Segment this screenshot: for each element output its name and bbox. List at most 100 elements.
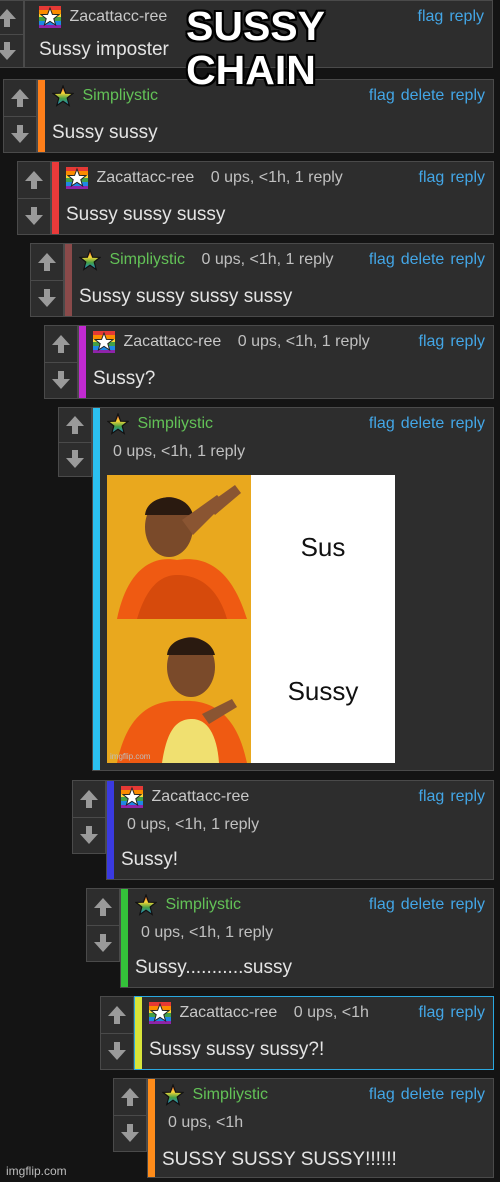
reply-link[interactable]: reply	[450, 1086, 485, 1103]
comment-username[interactable]: Zacattacc-ree	[123, 333, 221, 350]
delete-link[interactable]: delete	[401, 415, 445, 432]
comment-username[interactable]: Simpliystic	[192, 1086, 268, 1103]
downvote-arrow-icon[interactable]	[45, 362, 77, 398]
comment-body: Zacattacc-ree 0 ups, <1h, 1 reply flag re…	[106, 780, 494, 880]
meme-panel-reject	[107, 475, 251, 619]
flag-link[interactable]: flag	[369, 415, 395, 432]
upvote-arrow-icon[interactable]	[101, 997, 133, 1034]
reply-link[interactable]: reply	[450, 169, 485, 186]
comment-body: Simpliystic 0 ups, <1h, 1 reply flag dele…	[120, 888, 494, 988]
comment-actions: flag reply	[413, 167, 485, 189]
comment-text: Sussy sussy sussy sussy	[79, 286, 293, 307]
rainbow-star-badge-icon	[66, 167, 88, 189]
upvote-arrow-icon[interactable]	[87, 889, 119, 926]
upvote-arrow-icon[interactable]	[73, 781, 105, 818]
flag-link[interactable]: flag	[369, 896, 395, 913]
comment-text: Sussy?	[93, 368, 156, 389]
delete-link[interactable]: delete	[401, 896, 445, 913]
comment: Simpliystic 0 ups, <1h flag delete reply S…	[113, 1078, 494, 1178]
thread-depth-bar	[107, 781, 114, 879]
upvote-arrow-icon[interactable]	[0, 1, 23, 35]
downvote-arrow-icon[interactable]	[114, 1115, 146, 1151]
comment-actions: flag delete reply	[363, 249, 485, 271]
vote-box	[44, 325, 78, 399]
rainbow-star-badge-icon	[39, 6, 61, 28]
comment-username[interactable]: Zacattacc-ree	[151, 788, 249, 805]
reply-link[interactable]: reply	[450, 333, 485, 350]
comment-body: Simpliystic 0 ups, <1h, 1 reply flag dele…	[64, 243, 494, 317]
comment-meta: 0 ups, <1h, 1 reply	[237, 333, 370, 350]
comment-text: SUSSY SUSSY SUSSY!!!!!!	[162, 1149, 397, 1170]
comment-meta: 0 ups, <1h, 1 reply	[201, 251, 334, 268]
comment: Simpliystic 0 ups, <1h, 1 reply flag dele…	[86, 888, 494, 988]
thread-depth-bar	[65, 244, 72, 316]
reply-link[interactable]: reply	[450, 87, 485, 104]
downvote-arrow-icon[interactable]	[87, 925, 119, 961]
thread-depth-bar	[148, 1079, 155, 1177]
reply-link[interactable]: reply	[450, 1004, 485, 1021]
comment-username[interactable]: Zacattacc-ree	[96, 169, 194, 186]
comment-actions: flag delete reply	[363, 413, 485, 435]
thread-depth-bar	[52, 162, 59, 234]
downvote-arrow-icon[interactable]	[0, 34, 23, 67]
vote-box	[30, 243, 64, 317]
comment: Simpliystic 0 ups, <1h, 1 reply flag dele…	[58, 407, 494, 771]
vote-box	[100, 996, 134, 1070]
comment: Zacattacc-ree 0 ups, <1h, 1 reply flag re…	[72, 780, 494, 880]
reply-link[interactable]: reply	[450, 251, 485, 268]
comment-body: Zacattacc-ree 0 ups, <1h flag reply Sussy…	[134, 996, 494, 1070]
meme-image[interactable]: Sus imgflip.com Sussy	[107, 475, 395, 763]
comment-meta: 0 ups, <1h	[168, 1114, 244, 1131]
comment-body: Zacattacc-ree 0 ups, <1h, 1 reply flag re…	[78, 325, 494, 399]
reply-link[interactable]: reply	[450, 896, 485, 913]
upvote-arrow-icon[interactable]	[31, 244, 63, 281]
vote-box	[72, 780, 106, 854]
delete-link[interactable]: delete	[401, 251, 445, 268]
comment-body: Simpliystic 0 ups, <1h, 1 reply flag dele…	[92, 407, 494, 771]
downvote-arrow-icon[interactable]	[31, 280, 63, 316]
flag-link[interactable]: flag	[369, 251, 395, 268]
upvote-arrow-icon[interactable]	[45, 326, 77, 363]
thread-depth-bar	[38, 80, 45, 152]
comment: Zacattacc-ree 0 ups, <1h flag reply Sussy…	[100, 996, 494, 1070]
rainbow-star-badge-icon	[121, 786, 143, 808]
flag-link[interactable]: flag	[369, 1086, 395, 1103]
flag-link[interactable]: flag	[419, 788, 445, 805]
downvote-arrow-icon[interactable]	[101, 1033, 133, 1069]
upvote-arrow-icon[interactable]	[18, 162, 50, 199]
comment: Simpliystic 0 ups, <1h, 1 reply flag dele…	[30, 243, 494, 317]
meme-credit: imgflip.com	[110, 752, 151, 761]
delete-link[interactable]: delete	[401, 87, 445, 104]
upvote-arrow-icon[interactable]	[114, 1079, 146, 1116]
rainbow-star-badge-icon	[149, 1002, 171, 1024]
flag-link[interactable]: flag	[418, 8, 444, 25]
comment-username[interactable]: Simpliystic	[109, 251, 185, 268]
downvote-arrow-icon[interactable]	[73, 817, 105, 853]
thread-depth-bar	[135, 997, 142, 1069]
comment-username[interactable]: Simpliystic	[165, 896, 241, 913]
reply-link[interactable]: reply	[450, 788, 485, 805]
vote-box	[0, 0, 24, 68]
downvote-arrow-icon[interactable]	[59, 442, 91, 476]
reply-link[interactable]: reply	[450, 415, 485, 432]
comment-actions: flag reply	[413, 1002, 485, 1024]
flag-link[interactable]: flag	[419, 1004, 445, 1021]
upvote-arrow-icon[interactable]	[4, 80, 36, 117]
reply-link[interactable]: reply	[449, 8, 484, 25]
downvote-arrow-icon[interactable]	[4, 116, 36, 152]
comment-username[interactable]: Zacattacc-ree	[69, 8, 167, 25]
comment: Zacattacc-ree 0 ups, <1h, 1 reply flag re…	[44, 325, 494, 399]
comment-username[interactable]: Simpliystic	[137, 415, 213, 432]
upvote-arrow-icon[interactable]	[59, 408, 91, 443]
downvote-arrow-icon[interactable]	[18, 198, 50, 234]
comment-actions: flag reply	[413, 786, 485, 808]
flag-link[interactable]: flag	[369, 87, 395, 104]
comment-username[interactable]: Simpliystic	[82, 87, 158, 104]
meme-caption-top: Sus	[300, 531, 346, 562]
flag-link[interactable]: flag	[419, 333, 445, 350]
comment-username[interactable]: Zacattacc-ree	[179, 1004, 277, 1021]
flag-link[interactable]: flag	[419, 169, 445, 186]
thread-depth-bar	[79, 326, 86, 398]
comment-meta: 0 ups, <1h, 1 reply	[127, 816, 260, 833]
delete-link[interactable]: delete	[401, 1086, 445, 1103]
